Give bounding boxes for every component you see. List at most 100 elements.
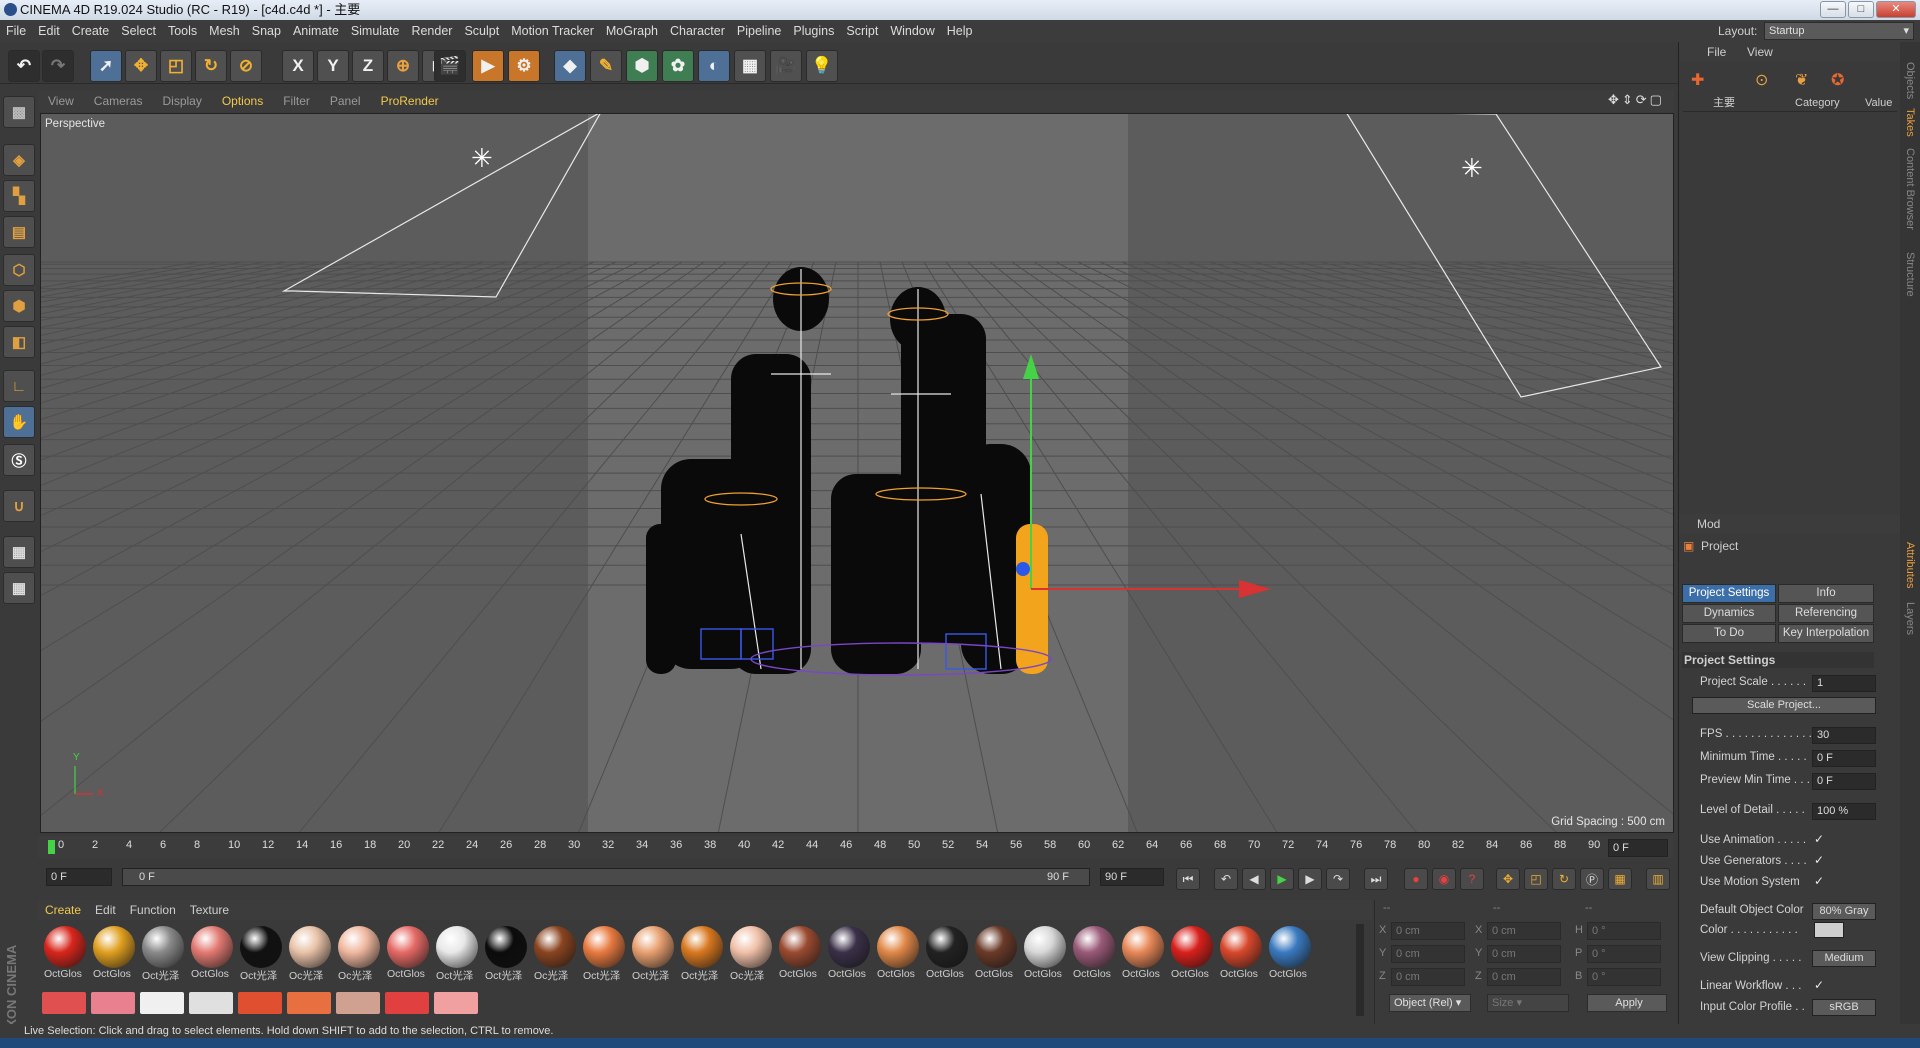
texture-mode-icon[interactable]: ▚ <box>3 180 35 212</box>
tab-key-interpolation[interactable]: Key Interpolation <box>1778 624 1874 643</box>
auto-take-icon[interactable]: ✪ <box>1831 70 1844 90</box>
menu-tools[interactable]: Tools <box>162 20 203 42</box>
timeline-layout-icon[interactable]: ▥ <box>1646 868 1670 890</box>
size-x-field[interactable]: 0 cm <box>1487 922 1561 940</box>
menu-script[interactable]: Script <box>840 20 884 42</box>
move-icon[interactable]: ✥ <box>125 50 157 82</box>
make-editable-icon[interactable]: ▩ <box>3 96 35 128</box>
workplane-icon[interactable]: ▤ <box>3 216 35 248</box>
magnet-icon[interactable]: ∪ <box>3 490 35 522</box>
material-swatch[interactable]: OctGlos <box>777 926 823 982</box>
tab-attributes-vertical[interactable]: Attributes <box>1904 542 1916 588</box>
undo-icon[interactable]: ↶ <box>8 50 40 82</box>
material-swatch[interactable]: OctGlos <box>1022 926 1068 982</box>
tab-project-settings[interactable]: Project Settings <box>1682 584 1776 603</box>
go-to-end-icon[interactable]: ⏭ <box>1364 868 1388 890</box>
key-scale-icon[interactable]: ◰ <box>1524 868 1548 890</box>
rotation-b-field[interactable]: 0 ° <box>1587 968 1661 986</box>
view-clipping-select[interactable]: Medium <box>1812 950 1876 967</box>
previous-key-icon[interactable]: ↶ <box>1214 868 1238 890</box>
menu-file[interactable]: File <box>0 20 32 42</box>
size-mode-select[interactable]: Size ▾ <box>1487 994 1569 1012</box>
planar-workplane-icon[interactable]: ▦ <box>3 572 35 604</box>
menu-character[interactable]: Character <box>664 20 731 42</box>
material-swatch[interactable]: Oct光泽 <box>483 926 529 982</box>
model-mode-icon[interactable]: ◈ <box>3 144 35 176</box>
material-menu-edit[interactable]: Edit <box>88 900 123 920</box>
position-z-field[interactable]: 0 cm <box>1391 968 1465 986</box>
material-swatch-partial[interactable] <box>91 992 135 1014</box>
scene-icon[interactable]: ✚ <box>1691 70 1704 90</box>
viewport-menu-panel[interactable]: Panel <box>320 90 371 112</box>
linear-workflow-checkbox[interactable]: ✓ <box>1814 978 1824 992</box>
use-motion-system-checkbox[interactable]: ✓ <box>1814 874 1824 888</box>
material-swatch-partial[interactable] <box>189 992 233 1014</box>
menu-animate[interactable]: Animate <box>287 20 345 42</box>
tab-to-do[interactable]: To Do <box>1682 624 1776 643</box>
size-z-field[interactable]: 0 cm <box>1487 968 1561 986</box>
material-swatch-partial[interactable] <box>140 992 184 1014</box>
tab-dynamics[interactable]: Dynamics <box>1682 604 1776 623</box>
menu-snap[interactable]: Snap <box>246 20 287 42</box>
snap-icon[interactable]: Ⓢ <box>3 444 35 476</box>
apply-button[interactable]: Apply <box>1587 994 1667 1012</box>
objects-menu-view[interactable]: View <box>1747 42 1773 62</box>
key-position-icon[interactable]: ✥ <box>1496 868 1520 890</box>
live-selection-icon[interactable]: ➚ <box>90 50 122 82</box>
size-y-field[interactable]: 0 cm <box>1487 945 1561 963</box>
next-frame-icon[interactable]: ▶ <box>1298 868 1322 890</box>
attributes-mode-menu[interactable]: Mod <box>1697 514 1720 534</box>
scale-icon[interactable]: ◰ <box>160 50 192 82</box>
recent-tools-icon[interactable]: ⊘ <box>230 50 262 82</box>
material-swatch-partial[interactable] <box>385 992 429 1014</box>
tab-layers-vertical[interactable]: Layers <box>1904 602 1916 635</box>
cloner-icon[interactable]: ✿ <box>662 50 694 82</box>
subdivision-icon[interactable]: ⬢ <box>626 50 658 82</box>
material-scrollbar[interactable] <box>1356 924 1364 1016</box>
render-to-picture-viewer-icon[interactable]: ▶ <box>472 50 504 82</box>
preview-min-time-field[interactable]: 0 F <box>1812 773 1876 790</box>
render-settings-icon[interactable]: ⚙ <box>508 50 540 82</box>
material-swatch[interactable]: Oct光泽 <box>630 926 676 982</box>
menu-plugins[interactable]: Plugins <box>787 20 840 42</box>
material-swatch[interactable]: OctGlos <box>924 926 970 982</box>
coordinate-mode-select[interactable]: Object (Rel) ▾ <box>1389 994 1471 1012</box>
default-object-color-select[interactable]: 80% Gray <box>1812 903 1876 920</box>
menu-render[interactable]: Render <box>405 20 458 42</box>
objects-menu-file[interactable]: File <box>1707 42 1726 62</box>
menu-sculpt[interactable]: Sculpt <box>458 20 505 42</box>
take-name[interactable]: 主要 <box>1713 94 1735 112</box>
layout-select[interactable]: Startup ▾ <box>1764 22 1914 40</box>
material-swatch[interactable]: OctGlos <box>1169 926 1215 982</box>
material-swatch[interactable]: OctGlos <box>1218 926 1264 982</box>
tab-structure-vertical[interactable]: Structure <box>1904 252 1916 297</box>
minimum-time-field[interactable]: 0 F <box>1812 750 1876 767</box>
fps-field[interactable]: 30 <box>1812 727 1876 744</box>
timeline-ruler[interactable]: 0 2 4 6 8 10 12 14 16 18 20 22 24 26 28 30 32 34 36 38 40 42 4… <box>38 836 1674 858</box>
material-menu-create[interactable]: Create <box>38 900 88 920</box>
scale-project-button[interactable]: Scale Project... <box>1692 697 1876 714</box>
material-swatch[interactable]: Oc光泽 <box>336 926 382 982</box>
previous-frame-icon[interactable]: ◀ <box>1242 868 1266 890</box>
material-swatch[interactable]: Oct光泽 <box>140 926 186 982</box>
viewport-menu-prorender[interactable]: ProRender <box>371 90 449 112</box>
material-swatch[interactable]: Oc光泽 <box>728 926 774 982</box>
viewport-menu-display[interactable]: Display <box>152 90 211 112</box>
position-x-field[interactable]: 0 cm <box>1391 922 1465 940</box>
material-menu-function[interactable]: Function <box>123 900 183 920</box>
axis-mode-icon[interactable]: ∟ <box>3 370 35 402</box>
deformer-icon[interactable]: ◐ <box>698 50 730 82</box>
menu-motion-tracker[interactable]: Motion Tracker <box>505 20 600 42</box>
keyframe-selection-icon[interactable]: ? <box>1460 868 1484 890</box>
material-swatch-partial[interactable] <box>434 992 478 1014</box>
material-swatch[interactable]: OctGlos <box>91 926 137 982</box>
position-y-field[interactable]: 0 cm <box>1391 945 1465 963</box>
x-axis-lock-button[interactable]: X <box>282 50 314 82</box>
rotation-p-field[interactable]: 0 ° <box>1587 945 1661 963</box>
camera-icon[interactable]: 🎥 <box>770 50 802 82</box>
material-swatch[interactable]: OctGlos <box>826 926 872 982</box>
end-frame-field[interactable]: 90 F <box>1100 868 1164 886</box>
material-swatch[interactable]: OctGlos <box>1267 926 1313 982</box>
rotation-h-field[interactable]: 0 ° <box>1587 922 1661 940</box>
y-axis-lock-button[interactable]: Y <box>317 50 349 82</box>
